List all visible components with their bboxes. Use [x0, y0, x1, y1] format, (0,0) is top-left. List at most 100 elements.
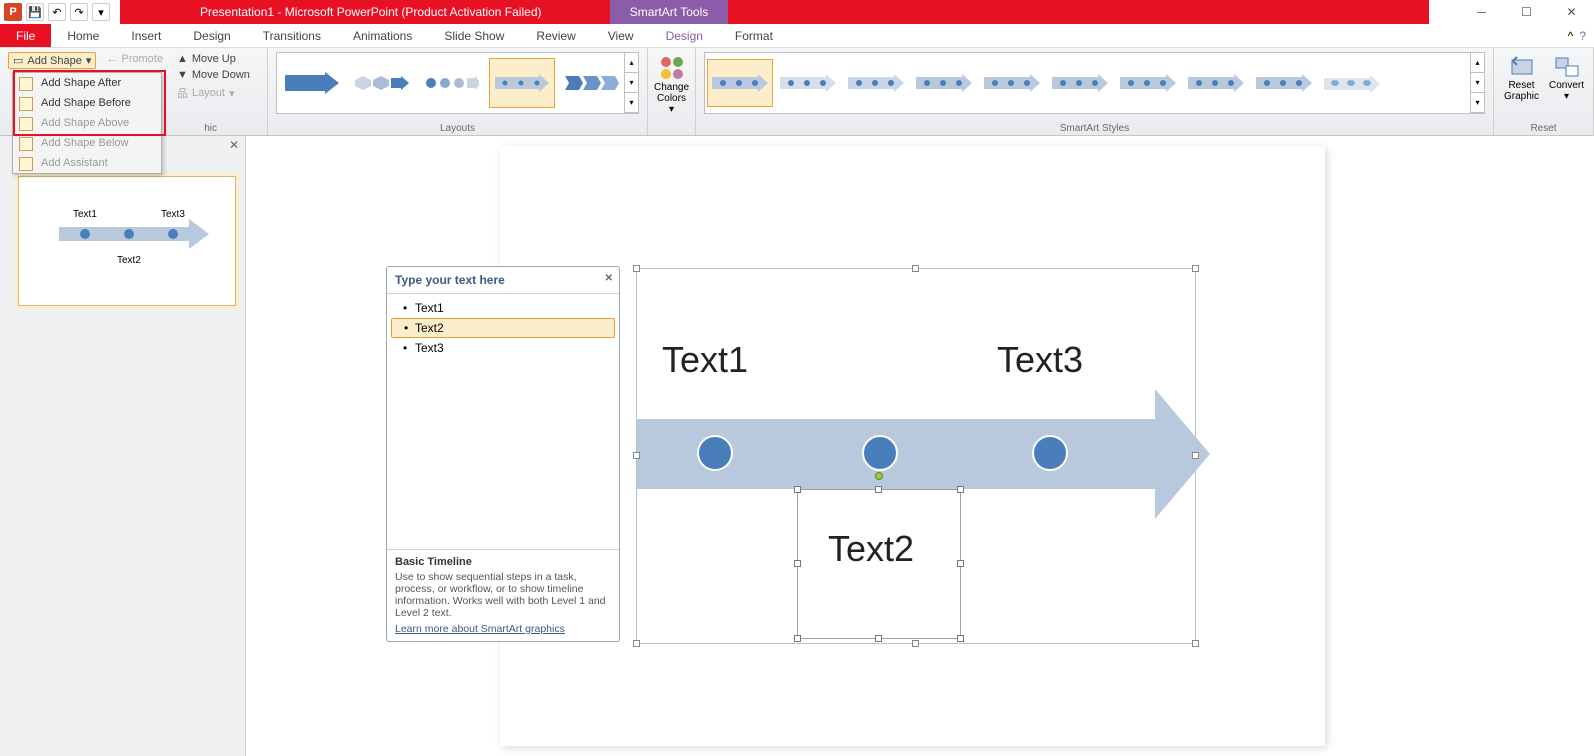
- slide-thumbnail-1[interactable]: 1 Text1 Text3 Text2: [18, 176, 236, 306]
- spinner-down-icon[interactable]: ▾: [625, 73, 638, 93]
- timeline-dot-2[interactable]: [862, 435, 898, 471]
- change-colors-label: Change Colors: [654, 82, 689, 104]
- layout-option-5[interactable]: [559, 58, 625, 108]
- spinner-more-icon[interactable]: ▾: [625, 93, 638, 113]
- group-layouts: ▴▾▾ Layouts: [268, 48, 648, 135]
- tab-slideshow[interactable]: Slide Show: [428, 24, 520, 47]
- text-pane-item-1[interactable]: Text1: [391, 298, 615, 318]
- spinner-down-icon[interactable]: ▾: [1471, 73, 1484, 93]
- promote-button: ← Promote: [102, 52, 167, 66]
- convert-icon: [1554, 54, 1580, 80]
- resize-handle-nw[interactable]: [794, 486, 801, 493]
- gallery-spinner[interactable]: ▴▾▾: [624, 53, 638, 113]
- frame-handle[interactable]: [1192, 640, 1199, 647]
- tab-smartart-design[interactable]: Design: [650, 24, 719, 47]
- resize-handle-e[interactable]: [957, 560, 964, 567]
- resize-handle-n[interactable]: [875, 486, 882, 493]
- text-pane-list[interactable]: Text1 Text2 Text3: [387, 294, 619, 549]
- layout-option-4[interactable]: [489, 58, 555, 108]
- tab-view[interactable]: View: [592, 24, 650, 47]
- convert-button[interactable]: Convert ▾: [1547, 52, 1586, 104]
- rotation-handle[interactable]: [875, 472, 883, 480]
- smartart-text-2[interactable]: Text2: [828, 528, 914, 570]
- move-up-label: Move Up: [192, 53, 236, 65]
- timeline-dot-1[interactable]: [697, 435, 733, 471]
- frame-handle[interactable]: [633, 640, 640, 647]
- footer-title: Basic Timeline: [395, 556, 611, 568]
- frame-handle[interactable]: [633, 452, 640, 459]
- canvas-area[interactable]: Type your text here ✕ Text1 Text2 Text3 …: [246, 136, 1594, 756]
- style-option-9[interactable]: [1251, 59, 1317, 107]
- spinner-up-icon[interactable]: ▴: [625, 53, 638, 73]
- style-option-5[interactable]: [979, 59, 1045, 107]
- add-shape-button[interactable]: ▭ Add Shape ▾: [8, 52, 96, 69]
- reset-label: Reset Graphic: [1504, 80, 1539, 102]
- style-option-3[interactable]: [843, 59, 909, 107]
- change-colors-button[interactable]: Change Colors ▾: [656, 52, 687, 117]
- arrow-head[interactable]: [1155, 389, 1210, 519]
- tab-insert[interactable]: Insert: [115, 24, 177, 47]
- shape-below-icon: [19, 137, 33, 151]
- frame-handle[interactable]: [1192, 452, 1199, 459]
- resize-handle-w[interactable]: [794, 560, 801, 567]
- smartart-graphic[interactable]: Text1 Text3 Text2: [636, 268, 1196, 644]
- menu-add-shape-after[interactable]: Add Shape After: [13, 73, 161, 93]
- frame-handle[interactable]: [912, 640, 919, 647]
- resize-handle-se[interactable]: [957, 635, 964, 642]
- redo-icon[interactable]: ↷: [70, 3, 88, 21]
- learn-more-link[interactable]: Learn more about SmartArt graphics: [395, 623, 565, 635]
- spinner-more-icon[interactable]: ▾: [1471, 93, 1484, 113]
- text-pane-close-icon[interactable]: ✕: [605, 273, 613, 284]
- undo-icon[interactable]: ↶: [48, 3, 66, 21]
- style-option-10[interactable]: [1319, 59, 1385, 107]
- tab-file[interactable]: File: [0, 24, 51, 47]
- layout-option-1[interactable]: [279, 58, 345, 108]
- qat-more-icon[interactable]: ▾: [92, 3, 110, 21]
- text-pane-item-2[interactable]: Text2: [391, 318, 615, 338]
- app-icon[interactable]: P: [4, 3, 22, 21]
- minimize-ribbon-icon[interactable]: ^: [1568, 24, 1574, 48]
- smartart-text-1[interactable]: Text1: [662, 339, 748, 381]
- smartart-text-3[interactable]: Text3: [997, 339, 1083, 381]
- tab-home[interactable]: Home: [51, 24, 115, 47]
- style-option-1[interactable]: [707, 59, 773, 107]
- layout-option-3[interactable]: [419, 58, 485, 108]
- frame-handle[interactable]: [912, 265, 919, 272]
- tab-animations[interactable]: Animations: [337, 24, 428, 47]
- save-icon[interactable]: 💾: [26, 3, 44, 21]
- help-icon[interactable]: ?: [1579, 24, 1586, 48]
- style-option-2[interactable]: [775, 59, 841, 107]
- styles-spinner[interactable]: ▴▾▾: [1470, 53, 1484, 113]
- tab-format[interactable]: Format: [719, 24, 789, 47]
- panel-close-icon[interactable]: ✕: [229, 138, 239, 152]
- close-button[interactable]: ✕: [1549, 0, 1594, 24]
- move-down-button[interactable]: ▼ Move Down: [173, 68, 254, 82]
- styles-gallery[interactable]: ▴▾▾: [704, 52, 1485, 114]
- text-pane-item-3[interactable]: Text3: [391, 338, 615, 358]
- maximize-button[interactable]: ☐: [1504, 0, 1549, 24]
- frame-handle[interactable]: [1192, 265, 1199, 272]
- selection-box[interactable]: Text2: [797, 489, 961, 639]
- resize-handle-sw[interactable]: [794, 635, 801, 642]
- move-up-button[interactable]: ▲ Move Up: [173, 52, 254, 66]
- timeline-dot-3[interactable]: [1032, 435, 1068, 471]
- style-option-7[interactable]: [1115, 59, 1181, 107]
- tab-design[interactable]: Design: [177, 24, 246, 47]
- frame-handle[interactable]: [633, 265, 640, 272]
- group-smartart-styles: ▴▾▾ SmartArt Styles: [696, 48, 1494, 135]
- resize-handle-s[interactable]: [875, 635, 882, 642]
- title-bar: P 💾 ↶ ↷ ▾ Presentation1 - Microsoft Powe…: [0, 0, 1594, 24]
- reset-graphic-button[interactable]: Reset Graphic: [1502, 52, 1541, 104]
- style-option-4[interactable]: [911, 59, 977, 107]
- tab-review[interactable]: Review: [520, 24, 591, 47]
- layouts-gallery[interactable]: ▴▾▾: [276, 52, 639, 114]
- minimize-button[interactable]: ─: [1459, 0, 1504, 24]
- spinner-up-icon[interactable]: ▴: [1471, 53, 1484, 73]
- tab-transitions[interactable]: Transitions: [247, 24, 337, 47]
- style-option-8[interactable]: [1183, 59, 1249, 107]
- layout-option-2[interactable]: [349, 58, 415, 108]
- menu-add-shape-before[interactable]: Add Shape Before: [13, 93, 161, 113]
- thumb-text1: Text1: [73, 209, 97, 220]
- resize-handle-ne[interactable]: [957, 486, 964, 493]
- style-option-6[interactable]: [1047, 59, 1113, 107]
